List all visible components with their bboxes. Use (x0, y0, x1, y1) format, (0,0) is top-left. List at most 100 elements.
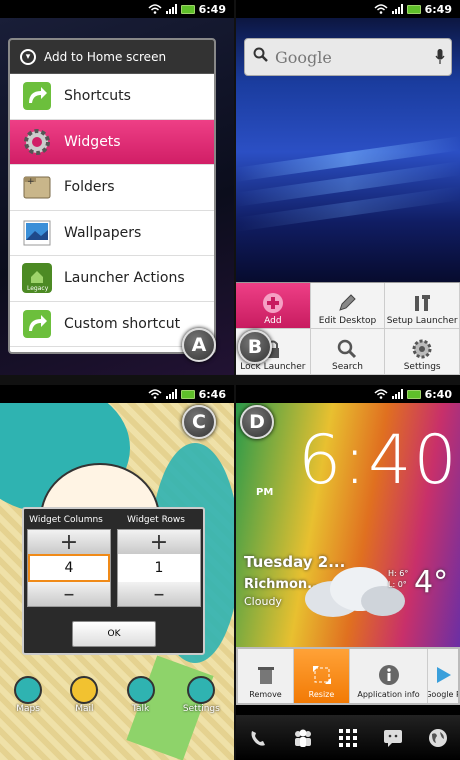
magnifier-icon (336, 338, 358, 360)
clock-ampm: PM (256, 487, 274, 498)
phone-icon[interactable] (247, 727, 269, 749)
gear-icon (411, 338, 433, 360)
status-bar: 6:40 (236, 385, 460, 403)
menu-label: Edit Desktop (318, 316, 377, 326)
app-drawer-icon[interactable] (337, 727, 359, 749)
screenshot-collage: 6:49 ▾ Add to Home screen Shortcuts Widg… (0, 0, 460, 760)
dock-app-mail[interactable]: Mail (70, 676, 99, 714)
wifi-icon (148, 4, 162, 14)
signal-icon (165, 389, 177, 399)
menu-add[interactable]: Add (236, 283, 311, 329)
wallpaper (236, 82, 460, 282)
signal-icon (391, 389, 403, 399)
rows-minus-button[interactable]: – (118, 582, 200, 607)
dock-app-talk[interactable]: Talk (126, 676, 155, 714)
dock-label: Settings (182, 704, 220, 714)
ok-button[interactable]: OK (72, 621, 156, 647)
ctx-label: Application info (357, 690, 420, 699)
legacy-icon-text: Legacy (27, 285, 49, 292)
clock-widget-time[interactable]: 6:40 (298, 421, 459, 500)
chevron-down-icon: ▾ (20, 48, 36, 65)
menu-label: Setup Launcher (386, 316, 458, 326)
people-icon[interactable] (292, 727, 314, 749)
menu-item-label: Folders (64, 179, 115, 196)
wifi-icon (148, 389, 162, 399)
ctx-label: Resize (308, 690, 335, 699)
launcher-menu: Add Edit Desktop Setup Launcher Lock Lau… (236, 282, 460, 375)
panel-letter-c: C (182, 405, 216, 439)
menu-label: Add (264, 316, 282, 326)
dock-app-maps[interactable]: Maps (14, 676, 43, 714)
weather-temp: 4° (414, 565, 449, 600)
dock-label: Talk (132, 704, 150, 714)
dock-label: Mail (75, 704, 94, 714)
menu-item-label: Wallpapers (64, 224, 142, 241)
settings-icon (187, 676, 216, 704)
columns-value[interactable]: 4 (28, 554, 110, 582)
menu-item-widgets[interactable]: Widgets (10, 119, 214, 165)
panel-b: 6:49 Google Add Edit Desktop Setup Launc… (236, 0, 460, 375)
menu-item-label: Launcher Actions (64, 270, 185, 287)
google-play-button[interactable]: Google P (428, 649, 458, 703)
application-info-button[interactable]: Application info (350, 649, 428, 703)
mail-icon (70, 676, 99, 704)
status-bar: 6:49 (0, 0, 234, 18)
dock-app-settings[interactable]: Settings (183, 676, 220, 714)
menu-search[interactable]: Search (310, 329, 386, 375)
signal-icon (165, 4, 177, 14)
status-time: 6:46 (198, 387, 226, 401)
menu-item-folders[interactable]: + Folders (10, 165, 214, 211)
rows-value[interactable]: 1 (118, 554, 200, 582)
plus-icon (262, 292, 284, 314)
panel-letter-d: D (240, 405, 274, 439)
status-time: 6:49 (424, 2, 452, 16)
weather-low: L: 0° (388, 580, 407, 589)
ctx-label: Remove (249, 690, 282, 699)
trash-icon (255, 664, 277, 686)
columns-plus-button[interactable]: + (28, 530, 110, 555)
rows-plus-button[interactable]: + (118, 530, 200, 555)
picture-icon (22, 218, 52, 248)
panel-a: 6:49 ▾ Add to Home screen Shortcuts Widg… (0, 0, 234, 375)
panel-letter-a: A (182, 328, 216, 362)
menu-item-label: Widgets (64, 133, 121, 150)
wifi-icon (374, 4, 388, 14)
widget-size-dialog: Widget Columns Widget Rows + 4 – + 1 – O… (22, 507, 205, 655)
battery-icon (180, 389, 195, 399)
folder-icon: + (22, 172, 52, 202)
columns-minus-button[interactable]: – (28, 582, 110, 607)
menu-settings[interactable]: Settings (385, 329, 460, 375)
dialog-title-bar: ▾ Add to Home screen (10, 40, 214, 74)
status-bar: 6:49 (236, 0, 460, 18)
browser-globe-icon[interactable] (427, 727, 449, 749)
weather-condition: Cloudy (244, 595, 282, 608)
ctx-label: Google P (428, 690, 458, 699)
arrow-icon (22, 309, 52, 339)
google-search-bar[interactable]: Google (244, 38, 452, 76)
panel-letter-b: B (238, 330, 272, 364)
remove-button[interactable]: Remove (238, 649, 294, 703)
menu-setup-launcher[interactable]: Setup Launcher (385, 283, 460, 329)
add-to-home-dialog: ▾ Add to Home screen Shortcuts Widgets +… (8, 38, 216, 354)
svg-text:+: + (27, 177, 35, 187)
microphone-icon[interactable] (435, 49, 445, 65)
rows-stepper: + 1 – (117, 529, 201, 607)
widget-context-bar: Remove Resize Application info Google P (236, 647, 460, 705)
menu-item-shortcuts[interactable]: Shortcuts (10, 74, 214, 120)
search-icon (253, 47, 269, 67)
rows-label: Widget Rows (127, 515, 185, 525)
menu-item-wallpapers[interactable]: Wallpapers (10, 211, 214, 256)
menu-edit-desktop[interactable]: Edit Desktop (310, 283, 386, 329)
menu-label: Search (332, 362, 363, 372)
tools-icon (411, 292, 433, 314)
dock-label: Maps (16, 704, 40, 714)
columns-label: Widget Columns (29, 515, 103, 525)
home-dock: Maps Mail Talk Settings (0, 660, 234, 720)
play-icon (432, 664, 454, 686)
menu-item-launcher-actions[interactable]: Legacy Launcher Actions (10, 256, 214, 302)
messaging-icon[interactable] (382, 727, 404, 749)
menu-item-label: Shortcuts (64, 88, 131, 105)
resize-button[interactable]: Resize (294, 649, 350, 703)
panel-c: 6:46 Widget Columns Widget Rows + 4 – + … (0, 385, 234, 760)
menu-item-label: Custom shortcut (64, 315, 181, 332)
